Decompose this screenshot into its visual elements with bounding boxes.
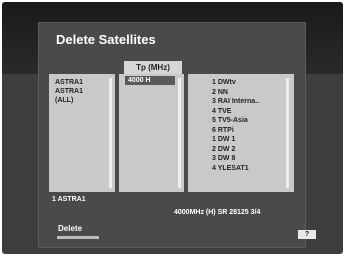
transponder-scrollbar[interactable]: [178, 78, 181, 188]
satellite-list[interactable]: ASTRA1 ASTRA1 (ALL): [49, 74, 115, 192]
delete-button[interactable]: [57, 236, 99, 239]
service-item[interactable]: 5 TV5-Asia: [212, 116, 248, 126]
service-scrollbar[interactable]: [286, 78, 289, 188]
service-item[interactable]: 3 RAI Interna..: [212, 97, 259, 107]
service-item[interactable]: 1 DW 1: [212, 135, 235, 145]
status-transponder-info: 4000MHz (H) SR 28125 3/4: [174, 209, 261, 216]
delete-button-label[interactable]: Delete: [58, 224, 82, 233]
service-item[interactable]: 2 DW 2: [212, 145, 235, 155]
service-list[interactable]: 1 DWtv 2 NN 3 RAI Interna.. 4 TVE 5 TV5-…: [188, 74, 294, 192]
tv-screen: Delete Satellites Tp (MHz) ASTRA1 ASTRA1…: [2, 2, 343, 254]
service-item[interactable]: 4 TVE: [212, 107, 231, 117]
tp-column-header: Tp (MHz): [124, 61, 182, 75]
satellite-item[interactable]: ASTRA1: [55, 87, 83, 96]
service-item[interactable]: 6 RTPi: [212, 126, 234, 136]
transponder-list[interactable]: 4000 H: [119, 74, 184, 192]
satellite-item[interactable]: (ALL): [55, 96, 73, 105]
transponder-item-selected[interactable]: 4000 H: [125, 76, 175, 85]
status-satellite: 1 ASTRA1: [52, 196, 86, 203]
dialog-title: Delete Satellites: [56, 32, 156, 47]
service-item[interactable]: 2 NN: [212, 88, 228, 98]
service-item[interactable]: 1 DWtv: [212, 78, 236, 88]
service-item[interactable]: 3 DW 8: [212, 154, 235, 164]
service-item[interactable]: 4 YLESAT1: [212, 164, 249, 174]
help-key[interactable]: ?: [298, 230, 316, 239]
satellite-scrollbar[interactable]: [109, 78, 112, 188]
satellite-item[interactable]: ASTRA1: [55, 78, 83, 87]
